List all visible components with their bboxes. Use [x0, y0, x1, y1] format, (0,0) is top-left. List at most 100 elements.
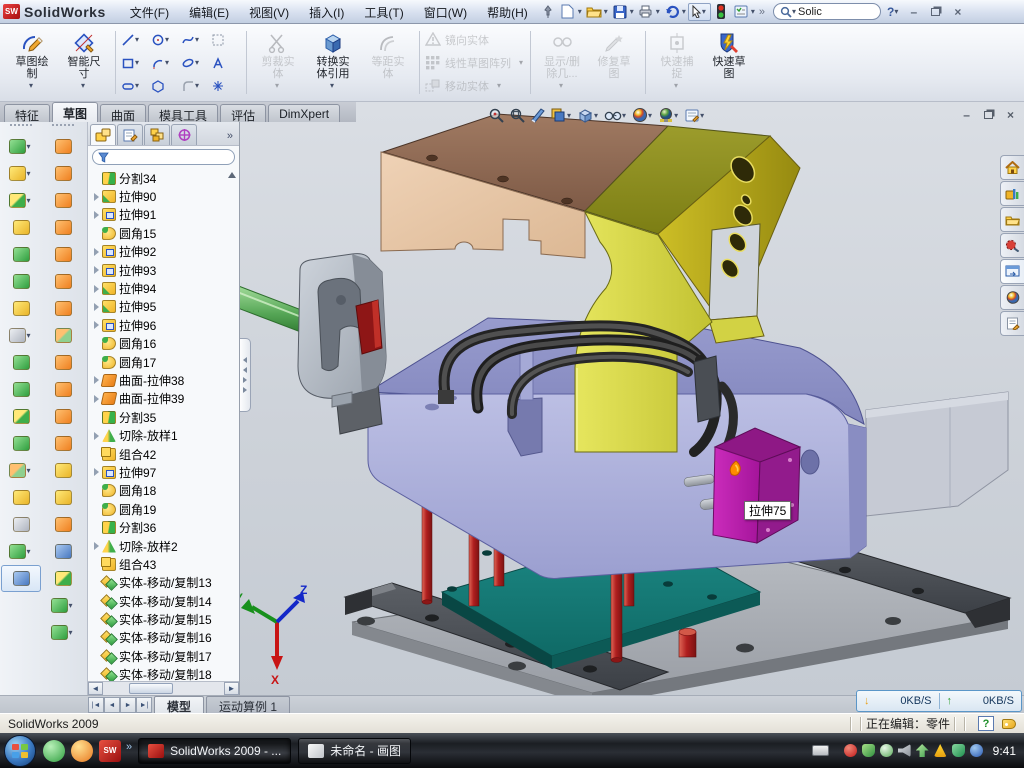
surface-tool-4[interactable] [43, 214, 83, 241]
point-tool[interactable] [211, 79, 241, 93]
linear-pattern-button[interactable]: 线性草图阵列▾ [425, 52, 525, 73]
panel-splitter-handle[interactable] [240, 338, 251, 412]
tab-model[interactable]: 模型 [154, 696, 204, 713]
tree-item[interactable]: 切除-放样1 [91, 426, 239, 444]
section-view-icon[interactable] [530, 107, 546, 123]
tree-item[interactable]: 拉伸93 [91, 261, 239, 279]
feature-tool-10[interactable] [1, 376, 41, 403]
toolbar-overflow[interactable]: » [759, 6, 765, 18]
nav-last-button[interactable]: ►| [136, 697, 152, 713]
measure-tool-active[interactable] [1, 565, 41, 592]
rectangle-tool[interactable]: ▾ [121, 56, 151, 70]
feature-tool-8[interactable]: ▾ [1, 322, 41, 349]
new-document-icon[interactable] [559, 4, 577, 20]
menu-file[interactable]: 文件(F) [120, 0, 179, 23]
scene-icon[interactable]: ▾ [658, 107, 680, 123]
spline-tool[interactable]: ▾ [181, 33, 211, 47]
tab-mold-tools[interactable]: 模具工具 [148, 104, 218, 122]
tree-item[interactable]: 曲面-拉伸38 [91, 371, 239, 389]
feature-tool-14[interactable] [1, 484, 41, 511]
trim-entities-button[interactable]: 剪裁实 体▾ [252, 27, 304, 98]
tree-item[interactable]: 实体-移动/复制18 [91, 666, 239, 681]
circle-tool[interactable]: ▾ [151, 33, 181, 47]
window-restore-button[interactable] [927, 4, 944, 19]
surface-tool-14[interactable] [43, 484, 83, 511]
tray-volume-icon[interactable] [898, 744, 911, 757]
expand-arrow[interactable] [91, 248, 102, 256]
save-icon[interactable] [611, 4, 629, 20]
menu-help[interactable]: 帮助(H) [477, 0, 538, 23]
open-icon[interactable] [585, 4, 603, 20]
window-minimize-button[interactable]: – [905, 4, 922, 19]
tab-solidworks-resources[interactable] [1000, 155, 1024, 180]
feature-tool-9[interactable] [1, 349, 41, 376]
move-entities-button[interactable]: 移动实体▾ [425, 75, 525, 96]
tree-item[interactable]: 组合43 [91, 555, 239, 573]
tab-design-library[interactable] [1000, 181, 1024, 206]
tree-item[interactable]: 圆角15 [91, 224, 239, 242]
taskbar-button-paint[interactable]: 未命名 - 画图 [298, 738, 411, 764]
tab-search[interactable] [1000, 233, 1024, 258]
appearances-icon[interactable]: ▾ [632, 107, 654, 123]
feature-tool-16[interactable]: ▾ [1, 538, 41, 565]
feature-tool-2[interactable]: ▾ [1, 160, 41, 187]
hide-show-items-icon[interactable]: ▾ [604, 108, 628, 122]
tree-item[interactable]: 组合42 [91, 445, 239, 463]
tree-item[interactable]: 圆角19 [91, 500, 239, 518]
slot-tool[interactable]: ▾ [121, 79, 151, 93]
traffic-light-icon[interactable] [712, 4, 730, 20]
feature-tool-3[interactable]: ▾ [1, 187, 41, 214]
tree-item[interactable]: 圆角18 [91, 482, 239, 500]
magenta-block[interactable] [713, 428, 800, 543]
polygon-tool[interactable] [151, 79, 181, 93]
scrollbar-thumb[interactable] [129, 683, 173, 694]
annotations-icon[interactable]: ▾ [684, 108, 706, 123]
expand-arrow[interactable] [91, 432, 102, 440]
convert-entities-button[interactable]: 转换实 体引用▾ [304, 27, 362, 98]
display-style-icon[interactable]: ▾ [577, 107, 600, 123]
feature-tool-7[interactable] [1, 295, 41, 322]
toolbar-grip[interactable] [10, 124, 32, 130]
smart-dimension-button[interactable]: 智能尺 寸▾ [58, 27, 110, 98]
expand-arrow[interactable] [91, 285, 102, 293]
tab-dimxpert[interactable]: DimXpert [268, 104, 340, 122]
scroll-right-button[interactable]: ► [224, 682, 239, 695]
surface-tool-16[interactable] [43, 538, 83, 565]
tree-item[interactable]: 分割35 [91, 408, 239, 426]
tab-configurationmanager[interactable] [144, 124, 170, 145]
expand-arrow[interactable] [91, 321, 102, 329]
help-button[interactable]: ? [887, 5, 894, 19]
surface-tool-18[interactable]: ▾ [43, 592, 83, 619]
surface-tool-17[interactable] [43, 565, 83, 592]
tree-item[interactable]: 曲面-拉伸39 [91, 390, 239, 408]
window-close-button[interactable]: × [949, 4, 966, 19]
nav-first-button[interactable]: |◄ [88, 697, 104, 713]
offset-entities-button[interactable]: 等距实 体 [362, 27, 414, 98]
tree-item[interactable]: 圆角17 [91, 353, 239, 371]
surface-tool-9[interactable] [43, 349, 83, 376]
tab-evaluate[interactable]: 评估 [220, 104, 266, 122]
search-input[interactable]: Solic [798, 6, 874, 18]
quicklaunch-app-icon[interactable] [71, 740, 93, 762]
tree-item[interactable]: 拉伸94 [91, 279, 239, 297]
expand-arrow[interactable] [91, 468, 102, 476]
tree-item[interactable]: 实体-移动/复制13 [91, 574, 239, 592]
display-delete-relations-button[interactable]: 显示/删 除几...▾ [536, 27, 588, 98]
tree-item[interactable]: 拉伸92 [91, 243, 239, 261]
tray-sync-icon[interactable] [916, 744, 929, 757]
feature-tool-1[interactable]: ▾ [1, 133, 41, 160]
nav-prev-button[interactable]: ◄ [104, 697, 120, 713]
surface-tool-8[interactable] [43, 322, 83, 349]
tree-filter-input[interactable] [92, 149, 235, 165]
select-tool-button[interactable]: ▾ [688, 3, 711, 21]
surface-tool-15[interactable] [43, 511, 83, 538]
tree-item[interactable]: 圆角16 [91, 335, 239, 353]
tree-horizontal-scrollbar[interactable]: ◄ ► [88, 681, 239, 695]
tree-item[interactable]: 分割36 [91, 518, 239, 536]
red-pin-standalone[interactable] [679, 628, 696, 657]
doc-close-button[interactable]: × [1007, 108, 1014, 122]
line-tool[interactable]: ▾ [121, 33, 151, 47]
feature-tool-4[interactable] [1, 214, 41, 241]
quicklaunch-overflow[interactable]: » [126, 741, 132, 753]
graphics-viewport[interactable]: X Y Z ▾ ▾ ▾ ▾ ▾ ▾ – × 拉伸75 [240, 102, 1024, 695]
